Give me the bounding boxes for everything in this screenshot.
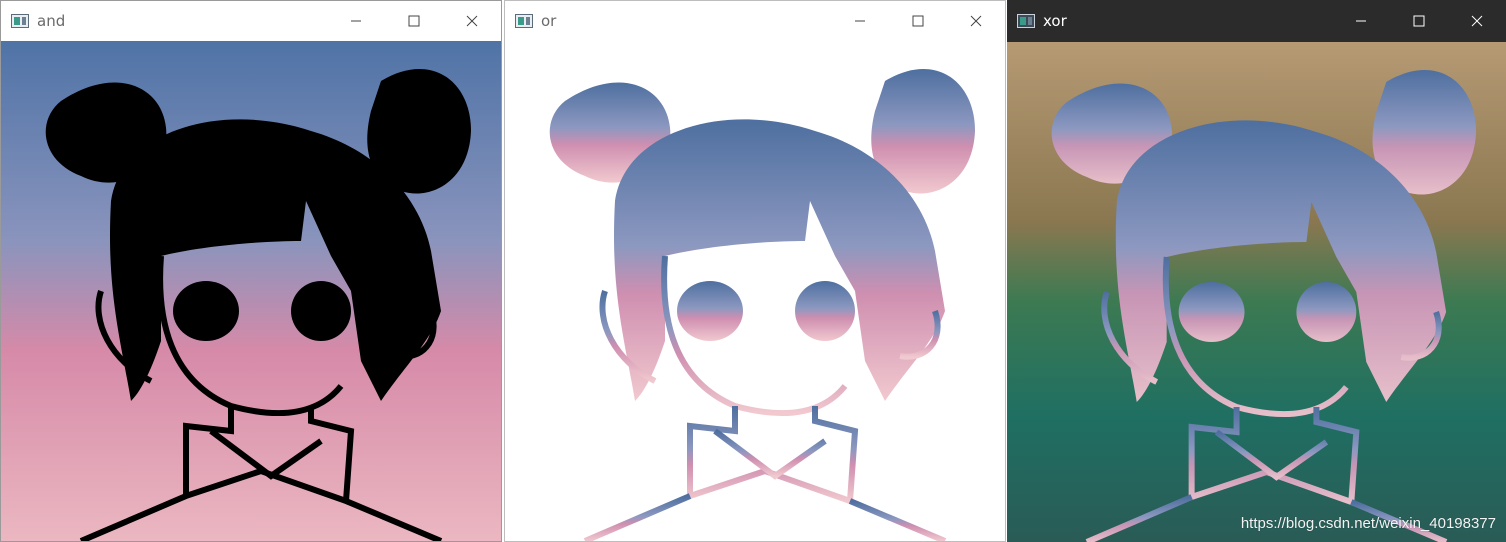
maximize-icon	[408, 15, 420, 27]
window-controls	[1332, 0, 1506, 42]
titlebar[interactable]: and	[1, 1, 501, 41]
maximize-icon	[1413, 15, 1425, 27]
close-icon	[970, 15, 982, 27]
minimize-button[interactable]	[327, 1, 385, 41]
window-controls	[831, 1, 1005, 41]
titlebar[interactable]: xor	[1007, 0, 1506, 42]
minimize-button[interactable]	[1332, 0, 1390, 42]
minimize-icon	[1356, 20, 1366, 22]
window-title: or	[541, 12, 557, 30]
image-canvas: https://blog.csdn.net/weixin_40198377	[1007, 42, 1506, 542]
maximize-button[interactable]	[385, 1, 443, 41]
window-and: and	[0, 0, 502, 542]
opencv-window-icon	[11, 14, 29, 28]
and-result-image	[1, 41, 501, 541]
window-or: or	[504, 0, 1006, 542]
minimize-icon	[855, 20, 865, 22]
close-button[interactable]	[443, 1, 501, 41]
close-icon	[1471, 15, 1483, 27]
close-button[interactable]	[947, 1, 1005, 41]
titlebar[interactable]: or	[505, 1, 1005, 41]
maximize-button[interactable]	[1390, 0, 1448, 42]
minimize-icon	[351, 20, 361, 22]
window-controls	[327, 1, 501, 41]
close-icon	[466, 15, 478, 27]
image-canvas	[1, 41, 501, 541]
window-title: xor	[1043, 12, 1067, 30]
maximize-button[interactable]	[889, 1, 947, 41]
window-title: and	[37, 12, 66, 30]
close-button[interactable]	[1448, 0, 1506, 42]
opencv-window-icon	[515, 14, 533, 28]
maximize-icon	[912, 15, 924, 27]
window-xor: xor https://blog.csdn.net/weixin_4019837…	[1007, 0, 1506, 542]
xor-result-image	[1007, 42, 1506, 542]
watermark-text: https://blog.csdn.net/weixin_40198377	[1240, 515, 1496, 532]
or-result-image	[505, 41, 1005, 541]
opencv-window-icon	[1017, 14, 1035, 28]
minimize-button[interactable]	[831, 1, 889, 41]
image-canvas	[505, 41, 1005, 541]
